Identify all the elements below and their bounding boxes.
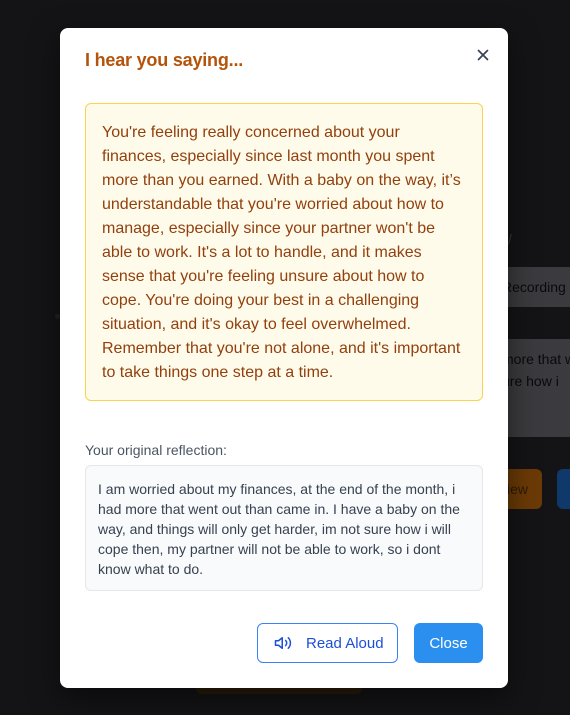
read-aloud-label: Read Aloud [306,634,384,652]
background-textbox-line: more that w [502,351,570,367]
close-button[interactable]: Close [414,623,483,663]
speaker-icon [274,634,292,652]
original-reflection-text: I am worried about my finances, at the e… [98,481,460,577]
background-blue-button [557,469,570,509]
background-textbox-line: ure how i [502,373,559,389]
close-icon[interactable] [473,45,493,65]
ai-response-text: You're feeling really concerned about yo… [102,124,461,381]
original-reflection-label: Your original reflection: [85,442,227,458]
modal-title: I hear you saying... [85,50,244,70]
ai-response-box: You're feeling really concerned about yo… [85,103,483,401]
reflection-modal: I hear you saying... You're feeling real… [60,28,508,688]
original-reflection-box: I am worried about my finances, at the e… [85,465,483,591]
background-hint: / [508,231,512,247]
read-aloud-button[interactable]: Read Aloud [257,623,398,663]
